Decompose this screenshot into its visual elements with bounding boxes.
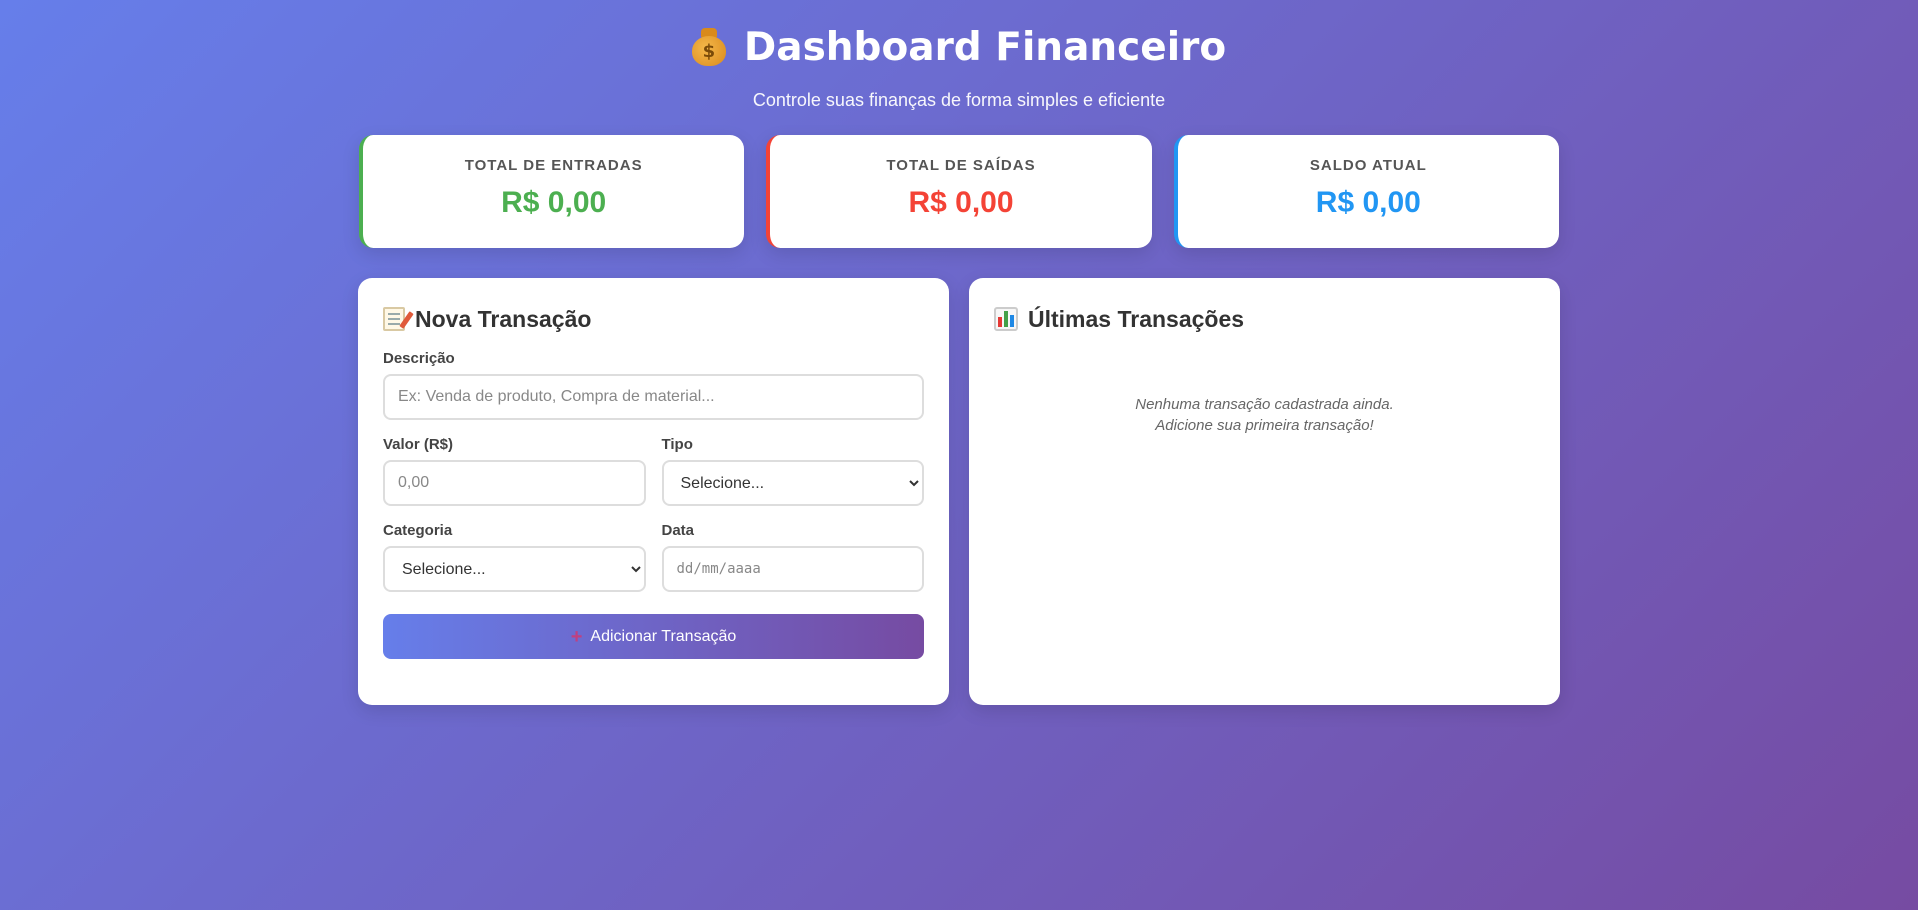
transactions-panel: Últimas Transações Nenhuma transação cad… bbox=[969, 278, 1560, 705]
valor-tipo-row: Valor (R$) Tipo Selecione... bbox=[383, 420, 924, 506]
saldo-atual-value: R$ 0,00 bbox=[1315, 186, 1421, 219]
tipo-field-group: Tipo Selecione... bbox=[661, 436, 924, 506]
valor-label: Valor (R$) bbox=[383, 436, 454, 453]
total-saidas-card: Total de Saídas R$ 0,00 bbox=[766, 135, 1152, 248]
plus-icon: + bbox=[570, 625, 583, 648]
tipo-select[interactable]: Selecione... bbox=[661, 460, 924, 506]
categoria-data-row: Categoria Selecione... Data bbox=[383, 506, 924, 592]
descricao-input[interactable] bbox=[383, 374, 924, 420]
tipo-label: Tipo bbox=[661, 436, 693, 453]
new-transaction-title: Nova Transação bbox=[415, 305, 592, 332]
money-bag-icon: $ bbox=[691, 28, 726, 66]
descricao-field-group: Descrição bbox=[383, 350, 924, 420]
empty-state-line1: Nenhuma transação cadastrada ainda. bbox=[1135, 396, 1394, 413]
saldo-atual-label: Saldo Atual bbox=[1309, 157, 1427, 174]
page-subtitle: Controle suas finanças de forma simples … bbox=[752, 90, 1166, 110]
add-transaction-label: Adicionar Transação bbox=[590, 627, 737, 645]
total-entradas-value: R$ 0,00 bbox=[501, 186, 607, 219]
total-saidas-value: R$ 0,00 bbox=[908, 186, 1014, 219]
saldo-atual-card: Saldo Atual R$ 0,00 bbox=[1173, 135, 1559, 248]
page-title-row: $ Dashboard Financeiro bbox=[0, 22, 1918, 72]
categoria-label: Categoria bbox=[383, 522, 453, 539]
page-header: $ Dashboard Financeiro Controle suas fin… bbox=[0, 0, 1918, 111]
transactions-heading: Últimas Transações bbox=[994, 304, 1535, 334]
total-entradas-label: Total de Entradas bbox=[464, 157, 643, 174]
page-title: Dashboard Financeiro bbox=[743, 24, 1227, 70]
descricao-label: Descrição bbox=[383, 350, 455, 367]
bar-chart-icon bbox=[994, 307, 1018, 331]
data-input[interactable] bbox=[661, 546, 924, 592]
empty-state: Nenhuma transação cadastrada ainda. Adic… bbox=[994, 394, 1535, 436]
transactions-title: Últimas Transações bbox=[1028, 305, 1245, 332]
categoria-field-group: Categoria Selecione... bbox=[383, 522, 646, 592]
categoria-select[interactable]: Selecione... bbox=[383, 546, 646, 592]
valor-input[interactable] bbox=[383, 460, 646, 506]
total-entradas-card: Total de Entradas R$ 0,00 bbox=[359, 135, 745, 248]
new-transaction-panel: Nova Transação Descrição Valor (R$) Tipo… bbox=[358, 278, 949, 705]
add-transaction-button[interactable]: + Adicionar Transação bbox=[383, 614, 924, 659]
total-saidas-label: Total de Saídas bbox=[886, 157, 1036, 174]
valor-field-group: Valor (R$) bbox=[383, 436, 646, 506]
memo-icon bbox=[383, 307, 405, 331]
new-transaction-heading: Nova Transação bbox=[383, 304, 924, 334]
data-label: Data bbox=[661, 522, 695, 539]
empty-state-line2: Adicione sua primeira transação! bbox=[1155, 417, 1374, 434]
data-field-group: Data bbox=[661, 522, 924, 592]
summary-cards: Total de Entradas R$ 0,00 Total de Saída… bbox=[359, 135, 1559, 248]
main-panels: Nova Transação Descrição Valor (R$) Tipo… bbox=[358, 278, 1560, 705]
